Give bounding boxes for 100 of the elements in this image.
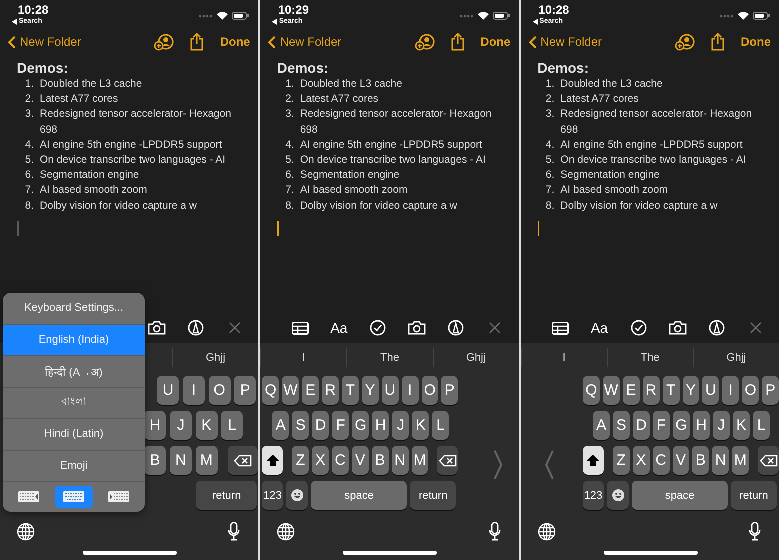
space-key[interactable]: space xyxy=(311,481,408,510)
letter-key[interactable]: K xyxy=(733,411,750,440)
letter-key[interactable]: M xyxy=(196,446,218,475)
share-icon[interactable] xyxy=(711,33,725,51)
letter-key[interactable]: R xyxy=(322,376,339,405)
letter-key[interactable]: R xyxy=(642,376,660,405)
table-icon[interactable] xyxy=(292,322,309,334)
letter-key[interactable]: L xyxy=(221,411,244,440)
letter-key[interactable]: P xyxy=(441,376,458,405)
letter-key[interactable]: B xyxy=(692,446,710,475)
letter-key[interactable]: O xyxy=(422,376,438,405)
globe-icon[interactable] xyxy=(277,522,296,540)
letter-key[interactable]: D xyxy=(312,411,330,440)
letter-key[interactable]: U xyxy=(702,376,720,405)
share-icon[interactable] xyxy=(450,33,465,51)
letter-key[interactable]: J xyxy=(713,411,730,440)
letter-key[interactable]: Y xyxy=(682,376,700,405)
letter-key[interactable]: B xyxy=(372,446,389,475)
letter-key[interactable]: H xyxy=(144,411,166,440)
microphone-icon[interactable] xyxy=(488,522,501,541)
suggestion-word[interactable]: The xyxy=(380,352,400,364)
letter-key[interactable]: V xyxy=(672,446,690,475)
letter-key[interactable]: C xyxy=(652,446,670,475)
letter-key[interactable]: N xyxy=(712,446,730,475)
letter-key[interactable]: I xyxy=(722,376,740,405)
checkmark-circle-icon[interactable] xyxy=(370,320,386,336)
letter-key[interactable]: G xyxy=(352,411,370,440)
table-icon[interactable] xyxy=(552,322,569,334)
menu-item[interactable]: हिन्दी (A→अ) xyxy=(3,356,145,388)
letter-key[interactable]: D xyxy=(633,411,650,440)
letter-key[interactable]: I xyxy=(182,376,205,405)
numbers-key[interactable]: 123 xyxy=(262,481,284,510)
shift-key[interactable] xyxy=(262,446,284,475)
letter-key[interactable]: O xyxy=(742,376,760,405)
letter-key[interactable]: J xyxy=(170,411,192,440)
back-button[interactable]: New Folder xyxy=(268,35,342,49)
letter-key[interactable]: E xyxy=(622,376,640,405)
letter-key[interactable]: M xyxy=(732,446,750,475)
add-person-icon[interactable] xyxy=(154,34,174,50)
suggestion-word[interactable]: I xyxy=(302,352,306,364)
back-button[interactable]: New Folder xyxy=(8,35,82,49)
letter-key[interactable]: V xyxy=(352,446,369,475)
delete-key[interactable] xyxy=(437,446,458,475)
close-icon[interactable] xyxy=(228,322,241,334)
letter-key[interactable]: H xyxy=(693,411,710,440)
letter-key[interactable]: P xyxy=(762,376,779,405)
add-person-icon[interactable] xyxy=(414,34,435,50)
letter-key[interactable]: A xyxy=(593,411,610,440)
letter-key[interactable]: B xyxy=(144,446,166,475)
letter-key[interactable]: Y xyxy=(362,376,379,405)
back-button[interactable]: New Folder xyxy=(528,35,602,49)
letter-key[interactable]: M xyxy=(412,446,428,475)
space-key[interactable]: space xyxy=(632,481,728,510)
camera-icon[interactable] xyxy=(668,321,686,335)
letter-key[interactable]: S xyxy=(613,411,630,440)
emoji-key[interactable] xyxy=(286,481,308,510)
letter-key[interactable]: U xyxy=(382,376,399,405)
done-button[interactable]: Done xyxy=(741,35,771,49)
delete-key[interactable] xyxy=(228,446,258,475)
menu-item[interactable]: English (India) xyxy=(3,324,145,356)
close-icon[interactable] xyxy=(489,322,502,334)
letter-key[interactable]: E xyxy=(302,376,320,405)
letter-key[interactable]: T xyxy=(662,376,680,405)
letter-key[interactable]: Q xyxy=(262,376,280,405)
camera-icon[interactable] xyxy=(408,321,426,335)
microphone-icon[interactable] xyxy=(749,522,761,541)
letter-key[interactable]: K xyxy=(196,411,218,440)
letter-key[interactable]: F xyxy=(332,411,350,440)
suggestion-word[interactable]: Ghjj xyxy=(726,352,746,364)
checkmark-circle-icon[interactable] xyxy=(630,320,646,336)
letter-key[interactable]: N xyxy=(392,446,409,475)
letter-key[interactable]: Z xyxy=(612,446,630,475)
letter-key[interactable]: S xyxy=(292,411,310,440)
return-key[interactable]: return xyxy=(731,481,777,510)
globe-icon[interactable] xyxy=(538,522,556,540)
pen-tip-circle-icon[interactable] xyxy=(188,320,204,336)
close-icon[interactable] xyxy=(750,322,762,334)
emoji-key[interactable] xyxy=(607,481,629,510)
letter-key[interactable]: X xyxy=(632,446,650,475)
letter-key[interactable]: N xyxy=(170,446,192,475)
letter-key[interactable]: W xyxy=(282,376,300,405)
letter-key[interactable]: C xyxy=(332,446,349,475)
letter-key[interactable]: L xyxy=(753,411,770,440)
menu-item[interactable]: Emoji xyxy=(3,450,145,482)
suggestion-word[interactable]: The xyxy=(640,352,660,364)
menu-item[interactable]: Hindi (Latin) xyxy=(3,419,145,450)
letter-key[interactable]: L xyxy=(432,411,450,440)
letter-key[interactable]: G xyxy=(673,411,690,440)
letter-key[interactable]: I xyxy=(402,376,419,405)
suggestion-word[interactable]: Ghjj xyxy=(466,352,486,364)
letter-key[interactable]: A xyxy=(272,411,290,440)
done-button[interactable]: Done xyxy=(220,35,250,49)
letter-key[interactable]: T xyxy=(342,376,359,405)
chevron-left-icon[interactable] xyxy=(545,450,554,480)
letter-key[interactable]: O xyxy=(208,376,231,405)
letter-key[interactable]: K xyxy=(412,411,430,440)
chevron-right-icon[interactable] xyxy=(494,450,503,480)
microphone-icon[interactable] xyxy=(228,522,240,541)
suggestion-word[interactable]: Ghjj xyxy=(206,352,226,364)
pen-tip-circle-icon[interactable] xyxy=(708,320,724,336)
